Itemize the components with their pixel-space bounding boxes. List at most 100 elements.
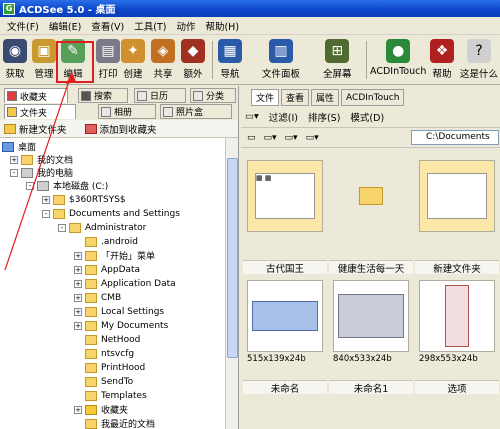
scroll-thumb[interactable] — [227, 158, 238, 358]
collapse-icon[interactable]: - — [26, 181, 34, 190]
expand-icon[interactable]: + — [74, 321, 82, 330]
expand-icon[interactable]: + — [10, 155, 18, 164]
tree-item[interactable]: + Local Settings — [74, 305, 164, 318]
tab-albums[interactable]: 相册 — [98, 104, 156, 119]
tree-item[interactable]: Templates — [85, 389, 147, 402]
menu-help[interactable]: 帮助(H) — [200, 19, 244, 33]
thumbnail-item[interactable]: 新建文件夹 — [415, 152, 499, 275]
preview-image: ▦ ▦ — [255, 173, 315, 219]
folder-icon: ▣ — [32, 39, 56, 63]
print-button[interactable]: ▤ 打印 — [96, 39, 120, 81]
folder-thumbnail — [419, 160, 495, 232]
title-bar: G ACDSee 5.0 - 桌面 — [0, 0, 500, 17]
tree-item[interactable]: + 我的文档 — [10, 153, 73, 166]
select-icon[interactable]: ▭▾ — [285, 133, 298, 143]
tree-item[interactable]: - Documents and Settings — [42, 207, 180, 220]
expand-icon[interactable]: + — [74, 293, 82, 302]
tree-item[interactable]: - 本地磁盘 (C:) — [26, 179, 108, 192]
thumbnail-item[interactable]: 840x533x24b 未命名1 — [329, 272, 413, 395]
fullscreen-button[interactable]: ⊞ 全屏幕 — [323, 39, 352, 81]
collapse-icon[interactable]: - — [10, 168, 18, 177]
rotate-icon[interactable]: ▭▾ — [306, 133, 319, 143]
menu-view[interactable]: 查看(V) — [86, 19, 129, 33]
folder-actions-bar: 新建文件夹 添加到收藏夹 — [0, 120, 238, 138]
tree-item[interactable]: + CMB — [74, 291, 121, 304]
tree-item[interactable]: + $360RTSYS$ — [42, 193, 126, 206]
tree-item[interactable]: + AppData — [74, 263, 140, 276]
photo-box-icon — [163, 106, 173, 117]
app-icon: G — [3, 2, 15, 15]
tab-folders[interactable]: 文件夹 — [4, 104, 76, 119]
camera-icon: ◉ — [3, 39, 27, 63]
expand-icon[interactable]: + — [74, 405, 82, 414]
acquire-button[interactable]: ◉ 获取 — [3, 39, 27, 81]
tree-item[interactable]: .android — [85, 235, 138, 248]
expand-icon[interactable]: + — [74, 307, 82, 316]
tab-favorites[interactable]: 收藏夹 — [4, 88, 68, 103]
category-icon — [193, 90, 203, 101]
collapse-icon[interactable]: - — [42, 209, 50, 218]
tab-photo-box[interactable]: 照片盒 — [160, 104, 232, 119]
expand-icon[interactable]: + — [74, 279, 82, 288]
sort-button[interactable]: 排序(S) — [308, 110, 340, 124]
tree-item[interactable]: SendTo — [85, 375, 133, 388]
share-button[interactable]: ◈ 共享 — [151, 39, 175, 81]
create-button[interactable]: ✦ 创建 — [121, 39, 145, 81]
menu-file[interactable]: 文件(F) — [2, 19, 44, 33]
menu-tools[interactable]: 工具(T) — [129, 19, 171, 33]
tab-search[interactable]: 搜索 — [78, 88, 128, 103]
filter-button[interactable]: 过滤(I) — [269, 110, 298, 124]
mode-button[interactable]: 模式(D) — [350, 110, 384, 124]
file-panel-button[interactable]: ▥ 文件面板 — [262, 39, 300, 81]
tab-acdintouch[interactable]: ACDInTouch — [341, 89, 405, 106]
acdintouch-button[interactable]: ● ACDInTouch — [370, 39, 426, 81]
expand-icon[interactable]: + — [74, 265, 82, 274]
thumbnail-item[interactable]: ▦ ▦ 古代国王 — [243, 152, 327, 275]
tab-files[interactable]: 文件 — [251, 89, 280, 106]
folder-panel: 收藏夹 搜索 日历 分类 文件夹 相册 照片盒 新建文件夹 添加到收藏夹 桌面 … — [0, 86, 239, 429]
menu-edit[interactable]: 编辑(E) — [44, 19, 86, 33]
folder-icon[interactable]: ▭▾ — [245, 111, 259, 122]
tab-view[interactable]: 查看 — [281, 89, 310, 106]
tree-item[interactable]: + My Documents — [74, 319, 168, 332]
manage-button[interactable]: ▣ 管理 — [32, 39, 56, 81]
expand-icon[interactable]: + — [42, 195, 50, 204]
thumbnail-item[interactable]: 298x553x24b 选项 — [415, 272, 499, 395]
navigate-button[interactable]: ▦ 导航 — [218, 39, 242, 81]
toolbar-separator — [212, 41, 213, 79]
tree-item[interactable]: PrintHood — [85, 361, 145, 374]
tree-item[interactable]: NetHood — [85, 333, 140, 346]
file-list-panel: 文件 查看 属性 ACDInTouch ▭▾ 过滤(I) 排序(S) 模式(D)… — [241, 86, 500, 429]
tree-item[interactable]: + 收藏夹 — [74, 403, 128, 416]
tree-item[interactable]: ntsvcfg — [85, 347, 134, 360]
expand-icon[interactable]: + — [74, 251, 82, 260]
edit-button-highlight — [56, 41, 94, 83]
tag-icon[interactable]: ▭▾ — [264, 133, 277, 143]
right-tab-strip: 文件 查看 属性 ACDInTouch — [241, 86, 500, 106]
up-folder-icon[interactable]: ▭ — [247, 133, 256, 143]
add-to-favorites-button[interactable]: 添加到收藏夹 — [84, 122, 157, 136]
tab-properties[interactable]: 属性 — [311, 89, 340, 106]
tree-item[interactable]: 桌面 — [2, 140, 36, 153]
tab-category[interactable]: 分类 — [190, 88, 236, 103]
thumbnail-item[interactable]: 515x139x24b 未命名 — [243, 272, 327, 395]
thumbnail-item[interactable]: 健康生活每一天 — [329, 152, 413, 275]
tree-item[interactable]: + 「开始」菜单 — [74, 249, 155, 262]
tab-calendar[interactable]: 日历 — [134, 88, 186, 103]
menu-actions[interactable]: 动作 — [171, 19, 200, 33]
help-button[interactable]: ❖ 帮助 — [430, 39, 454, 81]
new-folder-button[interactable]: 新建文件夹 — [4, 122, 67, 136]
collapse-icon[interactable]: - — [58, 223, 66, 232]
whats-this-button[interactable]: ? 这是什么 — [460, 39, 498, 81]
tree-item[interactable]: - 我的电脑 — [10, 166, 73, 179]
menu-bar: 文件(F) 编辑(E) 查看(V) 工具(T) 动作 帮助(H) — [0, 17, 500, 35]
tree-item[interactable]: 我最近的文档 — [85, 417, 155, 429]
drive-icon — [37, 180, 49, 191]
binoculars-icon — [81, 90, 91, 101]
tree-item[interactable]: - Administrator — [58, 221, 146, 234]
tree-scrollbar[interactable] — [225, 138, 238, 429]
folder-icon — [21, 154, 33, 165]
extra-button[interactable]: ◆ 额外 — [181, 39, 205, 81]
path-field[interactable]: C:\Documents — [411, 130, 499, 145]
tree-item[interactable]: + Application Data — [74, 277, 176, 290]
